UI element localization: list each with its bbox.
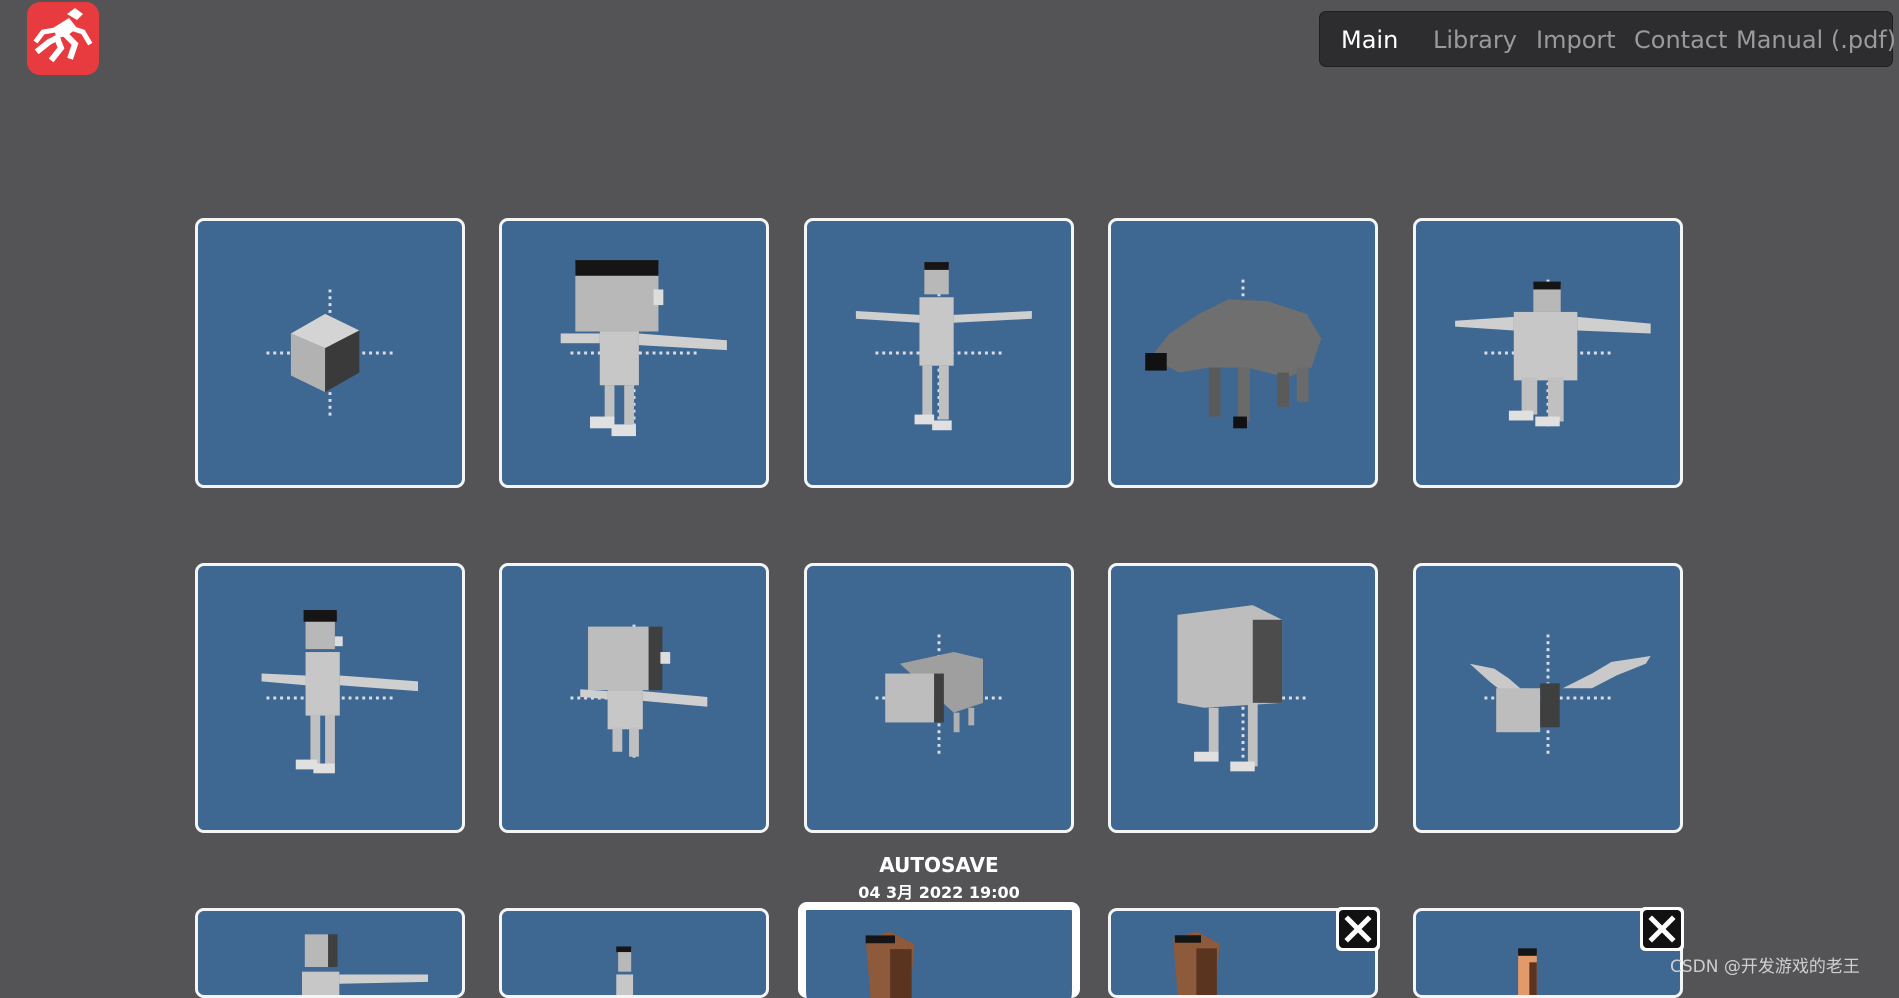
big-head-character-model-thumbnail	[560, 260, 727, 437]
humanoid-model-thumbnail	[302, 934, 428, 995]
nav-item-library[interactable]: Library	[1433, 24, 1517, 56]
winged-creature-model-thumbnail	[1469, 634, 1651, 757]
tall-humanoid-model-thumbnail	[855, 262, 1032, 431]
model-tile[interactable]	[1108, 563, 1378, 833]
watermark: CSDN @开发游戏的老王	[1670, 957, 1860, 977]
running-figure-icon	[33, 8, 93, 63]
quadruped-animal-model-thumbnail	[1145, 279, 1322, 429]
nav-item-import[interactable]: Import	[1536, 24, 1616, 56]
close-icon	[1648, 915, 1676, 943]
nav-item-contact[interactable]: Contact	[1634, 24, 1727, 56]
model-tile[interactable]	[804, 563, 1074, 833]
delete-button[interactable]	[1336, 907, 1380, 951]
close-icon	[1344, 915, 1372, 943]
model-tile[interactable]	[195, 563, 465, 833]
box-body-two-legs-model-thumbnail	[1177, 605, 1307, 772]
model-tile[interactable]	[1413, 563, 1683, 833]
bulky-humanoid-model-thumbnail	[1455, 279, 1651, 427]
top-nav: Main Library Import Contact Manual (.pdf…	[1319, 11, 1896, 67]
model-tile-autosave[interactable]	[798, 902, 1080, 998]
humanoid-model-thumbnail	[261, 610, 418, 774]
model-tile[interactable]	[499, 218, 769, 488]
model-tile[interactable]	[1108, 218, 1378, 488]
autosave-title: AUTOSAVE	[879, 853, 999, 877]
box-head-character-model-thumbnail	[570, 624, 708, 762]
model-tile[interactable]	[804, 218, 1074, 488]
model-tile[interactable]	[1413, 218, 1683, 488]
nav-item-manual[interactable]: Manual (.pdf)	[1736, 24, 1896, 56]
humanoid-model-thumbnail	[616, 946, 634, 995]
small-creature-model-thumbnail	[875, 634, 1003, 757]
delete-button[interactable]	[1640, 907, 1684, 951]
app-logo[interactable]	[27, 2, 99, 75]
nav-item-main[interactable]: Main	[1341, 24, 1398, 56]
model-tile[interactable]	[195, 218, 465, 488]
autosave-date: 04 3月 2022 19:00	[858, 883, 1020, 902]
model-tile[interactable]	[499, 563, 769, 833]
cube-model-thumbnail	[266, 289, 394, 417]
